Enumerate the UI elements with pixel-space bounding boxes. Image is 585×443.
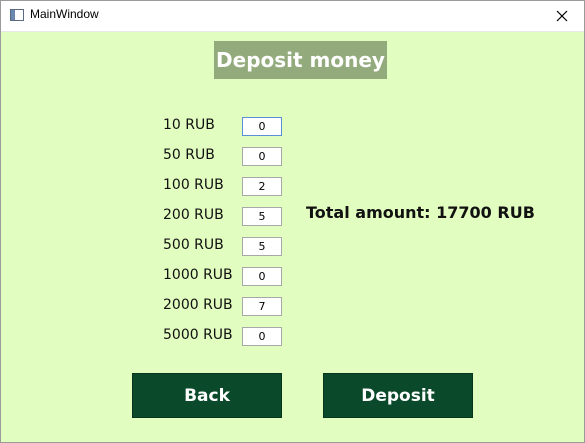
denomination-label-50: 50 RUB xyxy=(163,147,215,163)
quantity-input-10[interactable] xyxy=(242,117,282,136)
total-amount: Total amount: 17700 RUB xyxy=(306,203,535,222)
denomination-label-5000: 5000 RUB xyxy=(163,327,233,343)
main-window: MainWindow Deposit money 10 RUB 50 RUB 1… xyxy=(0,0,585,443)
denomination-label-10: 10 RUB xyxy=(163,117,215,133)
quantity-input-200[interactable] xyxy=(242,207,282,226)
deposit-button[interactable]: Deposit xyxy=(323,373,473,418)
page-title: Deposit money xyxy=(216,48,385,72)
denomination-label-200: 200 RUB xyxy=(163,207,224,223)
denomination-label-100: 100 RUB xyxy=(163,177,224,193)
quantity-input-5000[interactable] xyxy=(242,327,282,346)
quantity-input-1000[interactable] xyxy=(242,267,282,286)
denomination-label-500: 500 RUB xyxy=(163,237,224,253)
close-button[interactable] xyxy=(540,1,584,31)
window-app-icon xyxy=(10,9,24,21)
quantity-input-2000[interactable] xyxy=(242,297,282,316)
page-title-box: Deposit money xyxy=(214,41,387,79)
quantity-input-500[interactable] xyxy=(242,237,282,256)
quantity-input-100[interactable] xyxy=(242,177,282,196)
denomination-label-1000: 1000 RUB xyxy=(163,267,233,283)
denomination-label-2000: 2000 RUB xyxy=(163,297,233,313)
back-button[interactable]: Back xyxy=(132,373,282,418)
close-icon xyxy=(556,10,568,22)
title-bar: MainWindow xyxy=(1,1,584,32)
quantity-input-50[interactable] xyxy=(242,147,282,166)
window-title: MainWindow xyxy=(30,7,99,21)
